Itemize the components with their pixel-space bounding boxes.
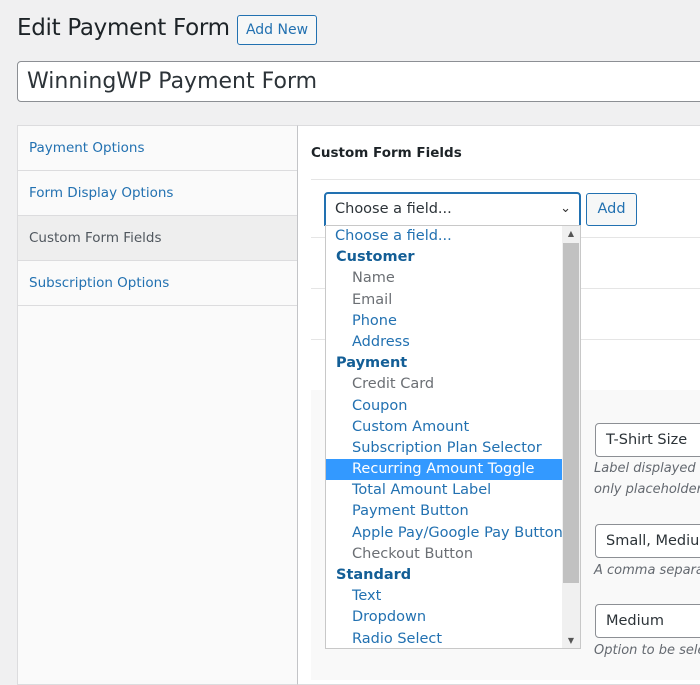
option-group-label: Standard [336,567,412,583]
dropdown-option: Credit Card [352,376,435,393]
field-label-input[interactable]: T-Shirt Size [595,423,700,457]
dropdown-option[interactable]: Payment Button [326,501,562,522]
form-title-input[interactable]: WinningWP Payment Form [17,61,700,102]
dropdown-option[interactable]: Address [326,332,562,353]
divider [311,179,700,180]
dropdown-scrollbar[interactable]: ▲ ▼ [562,226,580,648]
tab-form-display-options[interactable]: Form Display Options [18,171,297,216]
dropdown-option[interactable]: Dropdown [326,607,562,628]
scrollbar-thumb[interactable] [563,243,579,583]
dropdown-option[interactable]: Choose a field... [326,226,562,247]
page-title: Edit Payment Form [17,15,230,41]
tab-custom-form-fields[interactable]: Custom Form Fields [18,216,297,261]
field-label-description-2: only placeholders [594,482,700,497]
dropdown-option[interactable]: Radio Select [326,629,562,648]
field-options-input[interactable]: Small, Medium [595,524,700,558]
dropdown-option[interactable]: Total Amount Label [326,480,562,501]
dropdown-option[interactable]: Subscription Plan Selector [326,438,562,459]
field-label-description-1: Label displayed a [594,461,700,476]
tab-subscription-options[interactable]: Subscription Options [18,261,297,306]
field-default-input[interactable]: Medium [595,604,700,638]
dropdown-option[interactable]: Text [326,586,562,607]
field-default-description: Option to be sele [594,643,700,658]
dropdown-option: Name [352,270,395,287]
dropdown-option[interactable]: Phone [326,311,562,332]
chevron-down-icon: ⌄ [560,201,571,216]
dropdown-option: Checkout Button [352,545,474,562]
select-value: Choose a field... [335,201,452,217]
dropdown-option: Email [352,291,393,308]
dropdown-option[interactable]: Coupon [326,396,562,417]
section-heading: Custom Form Fields [311,145,462,161]
field-options-description: A comma separa [594,563,700,578]
option-group-label: Customer [336,249,415,266]
field-type-select[interactable]: Choose a field... ⌄ [324,192,581,226]
add-field-button[interactable]: Add [586,193,637,226]
dropdown-option[interactable]: Custom Amount [326,417,562,438]
option-group-label: Payment [336,355,408,372]
dropdown-option[interactable]: Recurring Amount Toggle [326,459,562,481]
scroll-up-arrow-icon[interactable]: ▲ [562,229,580,238]
dropdown-option[interactable]: Apple Pay/Google Pay Button [326,523,563,544]
tab-payment-options[interactable]: Payment Options [18,126,297,171]
add-new-button[interactable]: Add New [237,15,317,45]
field-type-dropdown-list: Choose a field... Customer Name Email Phone A… [325,225,581,649]
scroll-down-arrow-icon[interactable]: ▼ [562,636,580,645]
settings-tabs: Payment Options Form Display Options Cus… [17,125,298,685]
